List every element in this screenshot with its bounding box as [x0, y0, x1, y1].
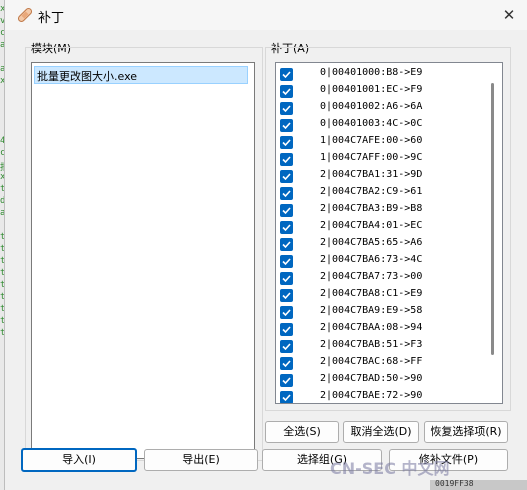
- patch-checkbox[interactable]: [280, 289, 293, 302]
- patch-row[interactable]: 2|004C7BAD:50->90: [276, 372, 486, 389]
- background-status-strip: 0019FF38: [430, 479, 527, 490]
- patch-entry-text: 2|004C7BA3:B9->B8: [320, 203, 423, 214]
- patch-row[interactable]: 0|00401001:EC->F9: [276, 83, 486, 100]
- patch-checkbox[interactable]: [280, 170, 293, 183]
- checkmark-icon: [282, 292, 291, 300]
- checkmark-icon: [282, 88, 291, 96]
- patch-row[interactable]: 2|004C7BA5:65->A6: [276, 236, 486, 253]
- patch-checkbox[interactable]: [280, 306, 293, 319]
- patch-entry-text: 0|00401000:B8->E9: [320, 67, 423, 78]
- patch-checkbox[interactable]: [280, 187, 293, 200]
- patch-checkbox[interactable]: [280, 119, 293, 132]
- patch-checkbox[interactable]: [280, 374, 293, 387]
- patch-row[interactable]: 2|004C7BAE:72->90: [276, 389, 486, 403]
- patch-row[interactable]: 0|00401002:A6->6A: [276, 100, 486, 117]
- patch-checkbox[interactable]: [280, 323, 293, 336]
- background-address: 0019FF38: [435, 479, 474, 488]
- patch-entry-text: 2|004C7BA1:31->9D: [320, 169, 423, 180]
- patch-checkbox[interactable]: [280, 255, 293, 268]
- patch-entry-text: 0|00401002:A6->6A: [320, 101, 423, 112]
- checkmark-icon: [282, 275, 291, 283]
- checkmark-icon: [282, 258, 291, 266]
- checkmark-icon: [282, 156, 291, 164]
- import-button[interactable]: 导入(I): [21, 448, 137, 472]
- patch-entry-text: 2|004C7BAE:72->90: [320, 390, 423, 401]
- checkmark-icon: [282, 377, 291, 385]
- patch-checkbox[interactable]: [280, 221, 293, 234]
- module-item-label: 批量更改图大小.exe: [37, 70, 138, 83]
- deselect-all-button[interactable]: 取消全选(D): [343, 421, 419, 443]
- patch-entry-text: 2|004C7BAB:51->F3: [320, 339, 423, 350]
- patch-checkbox[interactable]: [280, 391, 293, 403]
- patch-row[interactable]: 1|004C7AFF:00->9C: [276, 151, 486, 168]
- checkmark-icon: [282, 207, 291, 215]
- close-icon[interactable]: ✕: [498, 4, 520, 26]
- checkmark-icon: [282, 105, 291, 113]
- patch-row[interactable]: 2|004C7BAC:68->FF: [276, 355, 486, 372]
- patch-row[interactable]: 2|004C7BAB:51->F3: [276, 338, 486, 355]
- patch-checkbox[interactable]: [280, 136, 293, 149]
- patch-entry-text: 2|004C7BA2:C9->61: [320, 186, 423, 197]
- bandage-icon: [16, 6, 34, 24]
- patch-checkbox[interactable]: [280, 153, 293, 166]
- scrollbar-thumb[interactable]: [491, 83, 494, 355]
- patch-row[interactable]: 2|004C7BAA:08->94: [276, 321, 486, 338]
- patch-row[interactable]: 2|004C7BA7:73->00: [276, 270, 486, 287]
- patch-entry-text: 1|004C7AFE:00->60: [320, 135, 423, 146]
- checkmark-icon: [282, 360, 291, 368]
- patch-entry-text: 0|00401003:4C->0C: [320, 118, 423, 129]
- checkmark-icon: [282, 241, 291, 249]
- patch-row[interactable]: 0|00401000:B8->E9: [276, 66, 486, 83]
- patch-entry-text: 2|004C7BA7:73->00: [320, 271, 423, 282]
- patch-entry-text: 2|004C7BA8:C1->E9: [320, 288, 423, 299]
- list-item[interactable]: 批量更改图大小.exe: [34, 66, 248, 84]
- patch-row[interactable]: 2|004C7BA8:C1->E9: [276, 287, 486, 304]
- patch-row[interactable]: 2|004C7BA1:31->9D: [276, 168, 486, 185]
- patch-entry-text: 2|004C7BA4:01->EC: [320, 220, 423, 231]
- checkmark-icon: [282, 122, 291, 130]
- checkmark-icon: [282, 326, 291, 334]
- patch-checkbox[interactable]: [280, 238, 293, 251]
- patch-row[interactable]: 2|004C7BA9:E9->58: [276, 304, 486, 321]
- export-button[interactable]: 导出(E): [144, 449, 258, 471]
- select-all-button[interactable]: 全选(S): [265, 421, 339, 443]
- modules-listbox[interactable]: 批量更改图大小.exe: [31, 62, 255, 459]
- patch-row[interactable]: 2|004C7BA4:01->EC: [276, 219, 486, 236]
- patch-row[interactable]: 0|00401003:4C->0C: [276, 117, 486, 134]
- patch-entry-text: 2|004C7BAA:08->94: [320, 322, 423, 333]
- checkmark-icon: [282, 173, 291, 181]
- patch-entry-text: 2|004C7BA6:73->4C: [320, 254, 423, 265]
- checkmark-icon: [282, 343, 291, 351]
- patch-row[interactable]: 2|004C7BA2:C9->61: [276, 185, 486, 202]
- checkmark-icon: [282, 139, 291, 147]
- patch-checkbox[interactable]: [280, 68, 293, 81]
- patch-entry-text: 2|004C7BAC:68->FF: [320, 356, 423, 367]
- patch-entry-text: 0|00401001:EC->F9: [320, 84, 423, 95]
- patches-listbox[interactable]: 0|00401000:B8->E9 0|00401001:EC->F9 0|0040…: [275, 62, 503, 404]
- patch-checkbox[interactable]: [280, 340, 293, 353]
- patch-entry-text: 2|004C7BAD:50->90: [320, 373, 423, 384]
- title-bar: 补丁 ✕: [5, 0, 527, 30]
- checkmark-icon: [282, 224, 291, 232]
- checkmark-icon: [282, 309, 291, 317]
- window-title: 补丁: [38, 11, 65, 26]
- restore-selection-button[interactable]: 恢复选择项(R): [424, 421, 508, 443]
- patch-entry-text: 2|004C7BA5:65->A6: [320, 237, 423, 248]
- patch-checkbox[interactable]: [280, 357, 293, 370]
- watermark: CN-SEC 中文网: [330, 459, 450, 478]
- patch-entry-text: 1|004C7AFF:00->9C: [320, 152, 423, 163]
- patch-checkbox[interactable]: [280, 102, 293, 115]
- checkmark-icon: [282, 394, 291, 402]
- patch-checkbox[interactable]: [280, 272, 293, 285]
- patch-checkbox[interactable]: [280, 85, 293, 98]
- patch-row[interactable]: 2|004C7BA6:73->4C: [276, 253, 486, 270]
- patch-row[interactable]: 2|004C7BA3:B9->B8: [276, 202, 486, 219]
- patch-checkbox[interactable]: [280, 204, 293, 217]
- patch-entry-text: 2|004C7BA9:E9->58: [320, 305, 423, 316]
- patch-row[interactable]: 1|004C7AFE:00->60: [276, 134, 486, 151]
- patch-dialog: 补丁 ✕ 模块(M) 批量更改图大小.exe 补丁(A) 0|00401000:…: [4, 0, 527, 490]
- checkmark-icon: [282, 190, 291, 198]
- checkmark-icon: [282, 71, 291, 79]
